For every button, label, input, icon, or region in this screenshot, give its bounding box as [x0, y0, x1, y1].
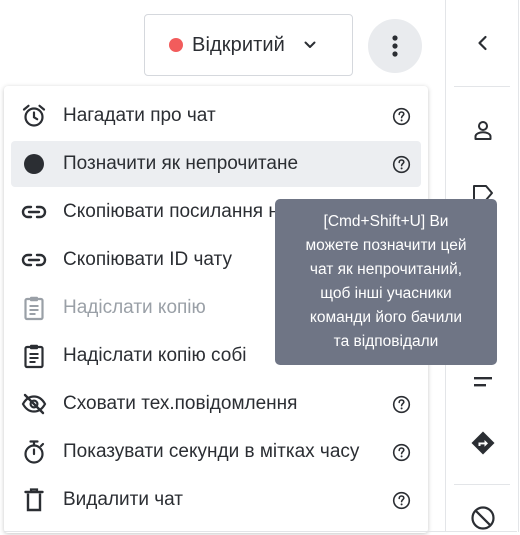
menu-item-remind[interactable]: Нагадати про чат [11, 93, 421, 139]
person-icon[interactable] [470, 117, 496, 143]
chat-header: Відкритий [0, 0, 446, 86]
menu-item-label: Скопіювати ID чату [63, 249, 232, 270]
mark-unread-tooltip: [Cmd+Shift+U] Ви можете позначити цей ча… [275, 199, 497, 365]
directions-icon[interactable] [470, 430, 496, 456]
menu-item-show-seconds[interactable]: Показувати секунди в мітках часу [11, 429, 421, 475]
menu-item-label: Позначити як непрочитане [63, 153, 299, 174]
help-circle-icon[interactable] [392, 491, 411, 510]
menu-item-label: Надіслати копію собі [63, 345, 247, 366]
help-circle-icon[interactable] [392, 155, 411, 174]
status-label: Відкритий [192, 33, 285, 56]
menu-item-label: Сховати тех.повідомлення [63, 393, 298, 414]
stopwatch-icon [21, 439, 47, 465]
chevron-left-icon[interactable] [470, 30, 496, 56]
status-dot [169, 38, 183, 52]
help-circle-icon[interactable] [392, 107, 411, 126]
tooltip-line: та відповідали [333, 333, 439, 350]
tooltip-line: чат як непрочитаний, [309, 261, 463, 278]
tooltip-line: команди його бачили [309, 309, 463, 326]
menu-item-hide-system[interactable]: Сховати тех.повідомлення [11, 381, 421, 427]
menu-item-label: Видалити чат [63, 489, 183, 510]
eye-off-icon [21, 391, 47, 417]
clipboard-icon [21, 343, 47, 369]
help-circle-icon[interactable] [392, 443, 411, 462]
vertical-dots-icon [392, 35, 398, 57]
help-circle-icon[interactable] [392, 395, 411, 414]
link-icon [21, 199, 47, 225]
trash-icon [21, 487, 47, 513]
menu-item-delete-chat[interactable]: Видалити чат [11, 477, 421, 523]
block-icon[interactable] [470, 505, 496, 531]
filled-circle-icon [21, 151, 47, 177]
tooltip-text: [Cmd+Shift+U] Ви можете позначити цей ча… [306, 210, 467, 354]
link-icon [21, 247, 47, 273]
alarm-clock-icon [21, 103, 47, 129]
tooltip-line: щоб інші учасники [320, 285, 452, 302]
menu-item-mark-unread[interactable]: Позначити як непрочитане [11, 141, 421, 187]
tooltip-line: можете позначити цей [305, 237, 467, 254]
menu-item-label: Нагадати про чат [63, 105, 216, 126]
menu-item-label: Надіслати копію [63, 297, 206, 318]
more-options-button[interactable] [368, 19, 422, 73]
bottom-divider [4, 531, 517, 532]
clipboard-icon [21, 295, 47, 321]
status-dropdown[interactable]: Відкритий [144, 14, 353, 76]
text-align-icon[interactable] [470, 369, 496, 395]
tooltip-line: [Cmd+Shift+U] Ви [323, 213, 449, 230]
chevron-down-icon [302, 37, 318, 53]
menu-item-label: Показувати секунди в мітках часу [63, 441, 360, 462]
